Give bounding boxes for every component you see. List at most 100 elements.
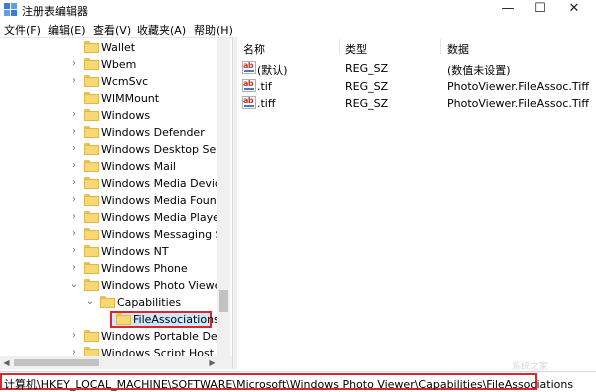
- tree-node-label: Windows Desktop Sear: [101, 143, 228, 156]
- column-divider[interactable]: [339, 39, 340, 54]
- value-data: (数值未设置): [447, 64, 511, 77]
- folder-icon: [84, 126, 99, 138]
- minimize-button[interactable]: —: [492, 0, 524, 20]
- menu-favorites[interactable]: 收藏夹(A): [137, 22, 186, 38]
- tree-node-label: Windows Media Founda: [101, 194, 231, 207]
- folder-icon: [84, 143, 99, 155]
- address-path-highlight: 计算机\HKEY_LOCAL_MACHINE\SOFTWARE\Microsof…: [0, 373, 573, 391]
- tree-node-label: Wallet: [101, 41, 136, 54]
- tree-node[interactable]: › Windows Media Player: [0, 209, 224, 226]
- tree-node-label: Windows Defender: [101, 126, 205, 139]
- tree-node[interactable]: ⌄ Windows Photo Viewer: [0, 277, 226, 294]
- value-type: REG_SZ: [345, 80, 389, 93]
- folder-icon: [84, 228, 99, 240]
- tree-node[interactable]: FileAssociations: [0, 311, 220, 328]
- menu-view[interactable]: 查看(V): [93, 22, 131, 38]
- window-title: 注册表编辑器: [22, 5, 88, 18]
- folder-icon: [84, 109, 99, 121]
- tree-node[interactable]: › Windows NT: [0, 243, 220, 260]
- folder-icon: [84, 160, 99, 172]
- column-header-data[interactable]: 数据: [447, 41, 469, 57]
- string-value-icon: ab: [242, 61, 256, 74]
- status-bar: 计算机\HKEY_LOCAL_MACHINE\SOFTWARE\Microsof…: [0, 371, 596, 391]
- value-row[interactable]: ab (默认) REG_SZ (数值未设置): [237, 60, 596, 77]
- folder-icon: [84, 211, 99, 223]
- value-type: REG_SZ: [345, 97, 389, 110]
- menu-file[interactable]: 文件(F): [4, 22, 41, 38]
- value-name: (默认): [257, 64, 288, 77]
- close-button[interactable]: ✕: [558, 0, 590, 20]
- folder-icon: [84, 41, 99, 53]
- menu-bar: 文件(F) 编辑(E) 查看(V) 收藏夹(A) 帮助(H): [0, 20, 596, 37]
- chevron-right-icon: [69, 92, 79, 104]
- tree-node-label: FileAssociations: [133, 313, 220, 326]
- chevron-right-icon[interactable]: ›: [69, 143, 79, 155]
- value-row[interactable]: ab .tif REG_SZ PhotoViewer.FileAssoc.Tif…: [237, 78, 596, 95]
- tree-node-label: Windows: [101, 109, 151, 122]
- folder-icon: [84, 75, 99, 87]
- tree-node-label: WIMMount: [101, 92, 160, 105]
- menu-edit[interactable]: 编辑(E): [48, 22, 86, 38]
- column-header-type[interactable]: 类型: [345, 41, 367, 57]
- tree-node-label: Windows NT: [101, 245, 169, 258]
- scroll-left-icon[interactable]: ◀: [0, 356, 13, 369]
- tree-node-label: Windows Messaging Su: [101, 228, 230, 241]
- chevron-right-icon[interactable]: ›: [69, 126, 79, 138]
- chevron-right-icon[interactable]: ›: [69, 228, 79, 240]
- values-list: 名称 类型 数据 ab (默认) REG_SZ (数值未设置) ab .tif …: [237, 37, 596, 369]
- tree-node[interactable]: › Windows: [0, 107, 220, 124]
- chevron-right-icon[interactable]: ›: [69, 194, 79, 206]
- tree-node[interactable]: › Windows Messaging Su: [0, 226, 230, 243]
- chevron-right-icon[interactable]: ›: [69, 211, 79, 223]
- chevron-right-icon[interactable]: ›: [69, 75, 79, 87]
- tree-node[interactable]: › Windows Desktop Sear: [0, 141, 227, 158]
- tree-node-label: Capabilities: [117, 296, 182, 309]
- folder-icon: [84, 177, 99, 189]
- tree-vertical-scrollbar[interactable]: [217, 38, 230, 356]
- value-type: REG_SZ: [345, 62, 389, 75]
- tree-node-label: WcmSvc: [101, 75, 149, 88]
- tree-node[interactable]: › WcmSvc: [0, 73, 220, 90]
- registry-tree: Wallet › Wbem › WcmSvc WIMMount › Windows › Windo…: [0, 37, 232, 361]
- folder-icon: [84, 92, 99, 104]
- chevron-right-icon[interactable]: ›: [69, 262, 79, 274]
- menu-help[interactable]: 帮助(H): [194, 22, 233, 38]
- tree-node[interactable]: › Windows Phone: [0, 260, 220, 277]
- tree-node[interactable]: › Windows Defender: [0, 124, 220, 141]
- tree-hscroll-thumb[interactable]: [14, 359, 99, 366]
- tree-node[interactable]: › Windows Media Device: [0, 175, 228, 192]
- string-value-icon: ab: [242, 79, 256, 92]
- chevron-down-icon[interactable]: ⌄: [85, 296, 95, 308]
- maximize-button[interactable]: ☐: [524, 0, 556, 20]
- folder-icon: [84, 194, 99, 206]
- tree-scroll-thumb[interactable]: [219, 290, 228, 312]
- tree-node-label: Wbem: [101, 58, 137, 71]
- tree-node[interactable]: WIMMount: [0, 90, 220, 107]
- tree-node-label: Windows Portable Devi: [101, 330, 228, 343]
- tree-node[interactable]: › Wbem: [0, 56, 220, 73]
- value-row[interactable]: ab .tiff REG_SZ PhotoViewer.FileAssoc.Ti…: [237, 95, 596, 112]
- folder-icon: [116, 313, 131, 325]
- tree-node-label: Windows Mail: [101, 160, 176, 173]
- chevron-down-icon[interactable]: ⌄: [69, 279, 79, 291]
- chevron-right-icon[interactable]: ›: [69, 58, 79, 70]
- tree-node[interactable]: ⌄ Capabilities: [0, 294, 220, 311]
- tree-node[interactable]: › Windows Portable Devi: [0, 328, 227, 345]
- chevron-right-icon[interactable]: ›: [69, 109, 79, 121]
- chevron-right-icon[interactable]: ›: [69, 330, 79, 342]
- chevron-right-icon[interactable]: ›: [69, 245, 79, 257]
- scroll-right-icon[interactable]: ▶: [206, 356, 219, 369]
- tree-horizontal-scrollbar[interactable]: ◀ ▶: [0, 356, 232, 369]
- registry-path[interactable]: 计算机\HKEY_LOCAL_MACHINE\SOFTWARE\Microsof…: [4, 376, 573, 392]
- tree-node-label: Windows Media Device: [101, 177, 228, 190]
- column-divider[interactable]: [440, 39, 441, 54]
- chevron-right-icon: [69, 41, 79, 53]
- tree-node[interactable]: › Windows Media Founda: [0, 192, 230, 209]
- value-name: .tif: [257, 80, 272, 93]
- tree-node[interactable]: › Windows Mail: [0, 158, 220, 175]
- folder-icon: [84, 245, 99, 257]
- column-header-name[interactable]: 名称: [243, 41, 265, 57]
- tree-node[interactable]: Wallet: [0, 39, 220, 56]
- chevron-right-icon[interactable]: ›: [69, 160, 79, 172]
- chevron-right-icon[interactable]: ›: [69, 177, 79, 189]
